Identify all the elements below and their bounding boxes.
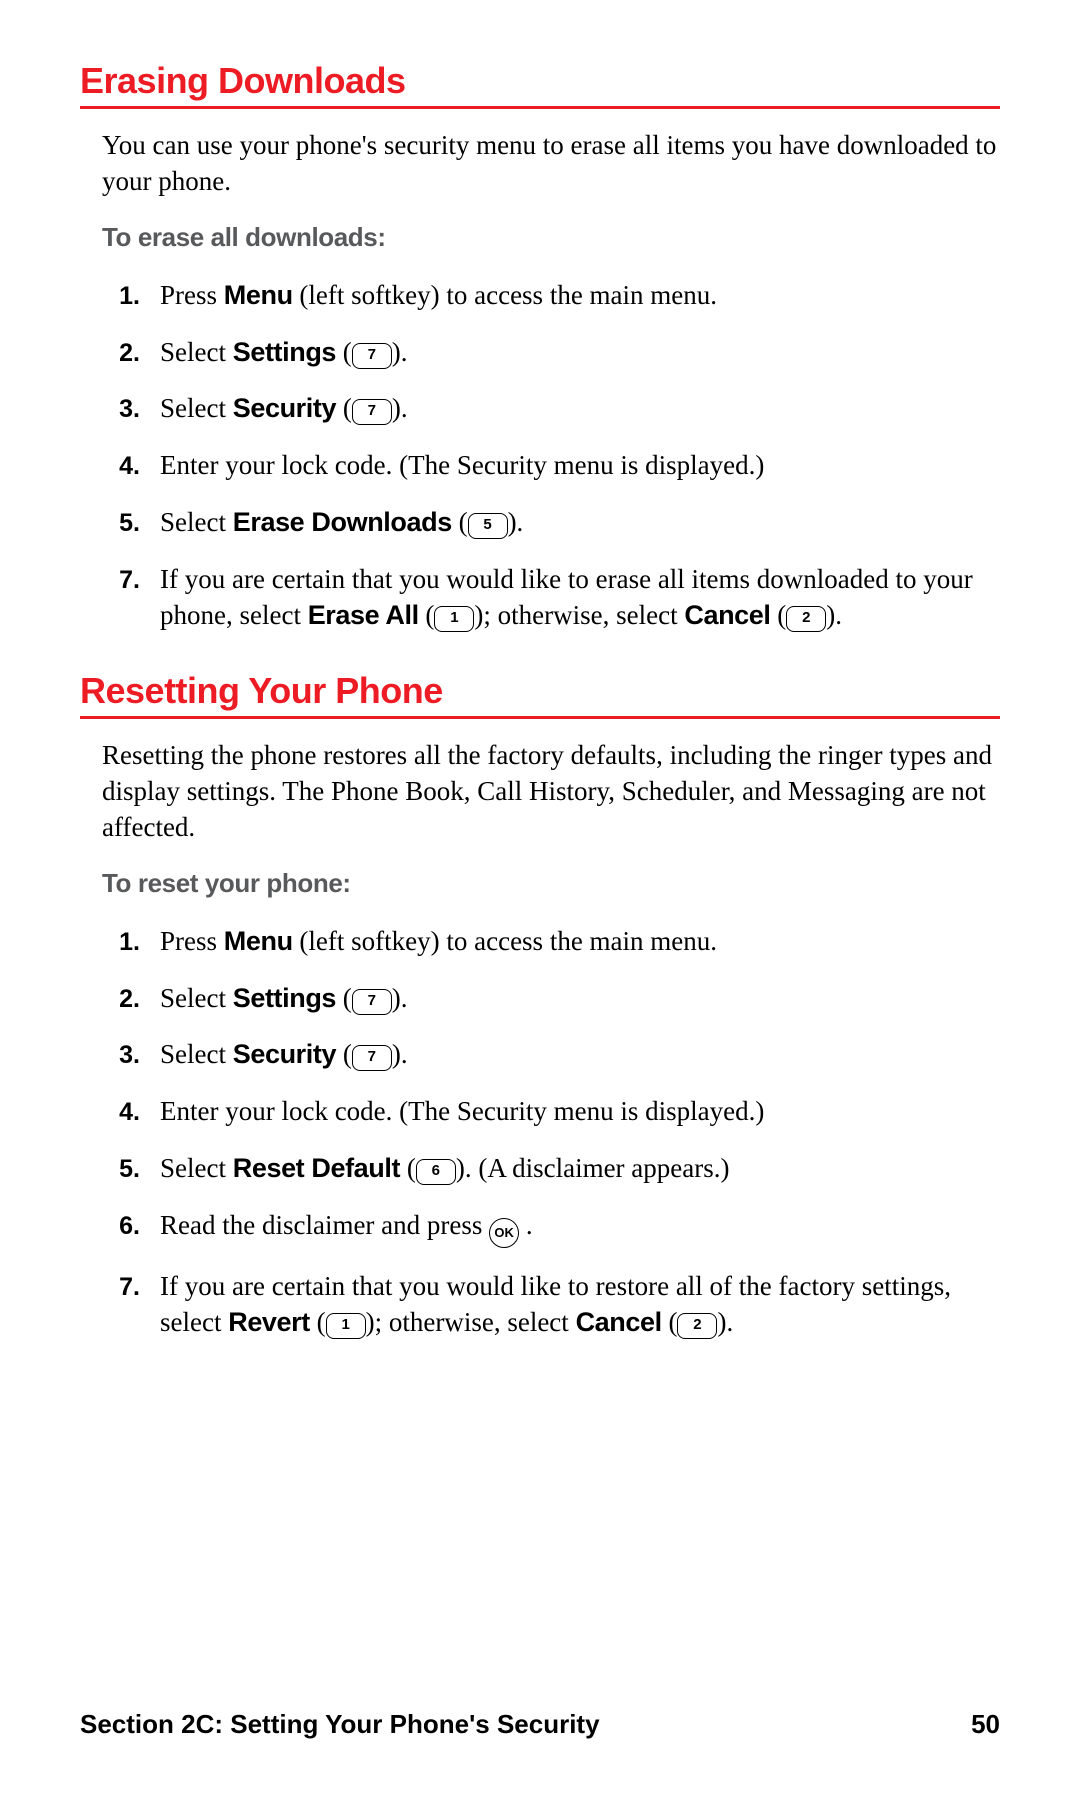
step-item: 6.Read the disclaimer and press OK . [102,1207,1000,1248]
bold: Settings [233,337,336,367]
step-item: 2.Select Settings (7). [102,980,1000,1017]
ok-button-icon: OK [489,1218,519,1248]
keycap-icon: 7 [352,399,392,425]
text: ); otherwise, select [474,600,684,630]
step-item: 4.Enter your lock code. (The Security me… [102,447,1000,484]
text: ). [508,507,524,537]
text: Select [160,507,233,537]
heading-erasing-downloads: Erasing Downloads [80,60,1000,109]
step-number: 7. [102,1271,160,1305]
sub-label: To reset your phone: [102,868,1000,899]
sub-label: To erase all downloads: [102,222,1000,253]
heading-resetting-phone: Resetting Your Phone [80,670,1000,719]
step-number: 4. [102,1096,160,1130]
step-item: 3.Select Security (7). [102,390,1000,427]
step-number: 5. [102,1153,160,1187]
step-number: 3. [102,1039,160,1073]
step-number: 4. [102,450,160,484]
text: ). [717,1307,733,1337]
text: (left softkey) to access the main menu. [293,926,717,956]
text: ( [336,983,352,1013]
text: ( [336,337,352,367]
step-number: 6. [102,1210,160,1244]
bold: Erase All [308,600,419,630]
keycap-icon: 7 [352,989,392,1015]
text: ); otherwise, select [366,1307,576,1337]
step-item: 5.Select Erase Downloads (5). [102,504,1000,541]
step-item: 7.If you are certain that you would like… [102,1268,1000,1341]
text: Select [160,983,233,1013]
intro-text: You can use your phone's security menu t… [102,127,1000,200]
keycap-icon: 1 [326,1313,366,1339]
bold: Erase Downloads [233,507,452,537]
text: Select [160,393,233,423]
bold: Menu [224,926,293,956]
step-number: 5. [102,507,160,541]
text: ( [452,507,468,537]
keycap-icon: 2 [786,606,826,632]
bold: Menu [224,280,293,310]
step-number: 2. [102,337,160,371]
step-number: 2. [102,983,160,1017]
text: Press [160,280,224,310]
text: Select [160,1153,233,1183]
bold: Revert [228,1307,310,1337]
step-item: 1.Press Menu (left softkey) to access th… [102,923,1000,960]
text: ( [662,1307,678,1337]
text: . [519,1210,533,1240]
keycap-icon: 5 [468,513,508,539]
steps-list-1: 1.Press Menu (left softkey) to access th… [102,277,1000,634]
text: ( [310,1307,326,1337]
step-item: 2.Select Settings (7). [102,334,1000,371]
text: ( [419,600,435,630]
keycap-icon: 6 [416,1159,456,1185]
page-footer: Section 2C: Setting Your Phone's Securit… [80,1709,1000,1740]
keycap-icon: 7 [352,1045,392,1071]
step-item: 3.Select Security (7). [102,1036,1000,1073]
step-item: 1.Press Menu (left softkey) to access th… [102,277,1000,314]
text: ). [392,983,408,1013]
page-number: 50 [971,1709,1000,1740]
text: Read the disclaimer and press [160,1210,489,1240]
step-number: 3. [102,393,160,427]
step-number: 1. [102,926,160,960]
text: ( [336,393,352,423]
text: ). (A disclaimer appears.) [456,1153,730,1183]
steps-list-2: 1.Press Menu (left softkey) to access th… [102,923,1000,1341]
bold: Reset Default [233,1153,400,1183]
text: Press [160,926,224,956]
text: ). [392,1039,408,1069]
text: Select [160,337,233,367]
bold: Security [233,393,336,423]
step-item: 4.Enter your lock code. (The Security me… [102,1093,1000,1130]
text: (left softkey) to access the main menu. [293,280,717,310]
text: ( [771,600,787,630]
keycap-icon: 2 [677,1313,717,1339]
intro-text: Resetting the phone restores all the fac… [102,737,1000,846]
section-label: Section 2C: Setting Your Phone's Securit… [80,1709,600,1740]
bold: Cancel [684,600,770,630]
text: ). [392,393,408,423]
step-number: 7. [102,564,160,598]
keycap-icon: 7 [352,343,392,369]
bold: Cancel [576,1307,662,1337]
step-item: 5.Select Reset Default (6). (A disclaime… [102,1150,1000,1187]
text: ( [336,1039,352,1069]
bold: Security [233,1039,336,1069]
step-number: 1. [102,280,160,314]
text: ). [826,600,842,630]
text: Enter your lock code. (The Security menu… [160,1096,764,1126]
step-item: 7.If you are certain that you would like… [102,561,1000,634]
text: ). [392,337,408,367]
bold: Settings [233,983,336,1013]
keycap-icon: 1 [434,606,474,632]
text: ( [400,1153,416,1183]
text: Enter your lock code. (The Security menu… [160,450,764,480]
text: Select [160,1039,233,1069]
